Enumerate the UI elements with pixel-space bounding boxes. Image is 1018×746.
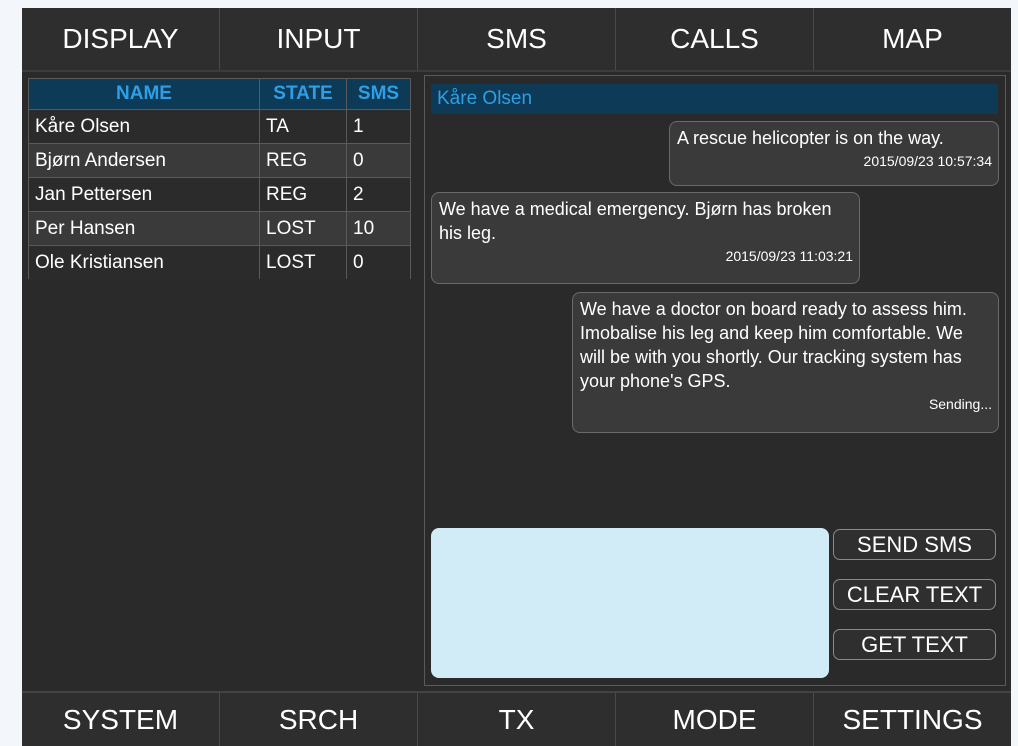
tab-display[interactable]: DISPLAY: [22, 8, 219, 70]
table-row[interactable]: Jan Pettersen REG 2: [29, 177, 410, 211]
message-text: A rescue helicopter is on the way.: [677, 128, 944, 148]
table-row[interactable]: Per Hansen LOST 10: [29, 211, 410, 245]
message-timestamp: 2015/09/23 10:57:34: [863, 153, 992, 169]
contact-name: Jan Pettersen: [29, 178, 260, 211]
contacts-table: NAME STATE SMS Kåre Olsen TA 1 Bjørn And…: [28, 78, 411, 279]
table-row[interactable]: Bjørn Andersen REG 0: [29, 143, 410, 177]
message-outgoing: A rescue helicopter is on the way. 2015/…: [669, 121, 999, 186]
column-header-sms[interactable]: SMS: [347, 79, 410, 109]
tab-srch[interactable]: SRCH: [219, 693, 417, 746]
message-timestamp: 2015/09/23 11:03:21: [725, 248, 853, 264]
tab-calls[interactable]: CALLS: [615, 8, 813, 70]
tab-system[interactable]: SYSTEM: [22, 693, 219, 746]
contact-sms-count: 0: [353, 149, 364, 171]
contact-sms-count: 1: [353, 115, 364, 137]
contact-sms-count: 0: [353, 251, 364, 273]
message-text: We have a doctor on board ready to asses…: [580, 299, 967, 391]
app-window: DISPLAY INPUT SMS CALLS MAP NAME STATE S…: [22, 8, 1011, 746]
contact-state: LOST: [260, 246, 347, 279]
contact-state: REG: [260, 144, 347, 177]
contact-sms-count: 10: [353, 217, 375, 239]
table-row[interactable]: Kåre Olsen TA 1: [29, 109, 410, 143]
contact-state: REG: [260, 178, 347, 211]
table-row[interactable]: Ole Kristiansen LOST 0: [29, 245, 410, 279]
column-header-state[interactable]: STATE: [260, 79, 347, 109]
contact-name: Per Hansen: [29, 212, 260, 245]
tab-mode[interactable]: MODE: [615, 693, 813, 746]
contact-state: TA: [260, 110, 347, 143]
conversation-panel: Kåre Olsen A rescue helicopter is on the…: [424, 75, 1006, 686]
get-text-button[interactable]: GET TEXT: [833, 629, 996, 660]
sms-compose-input[interactable]: [431, 528, 829, 678]
tab-tx[interactable]: TX: [417, 693, 615, 746]
tab-map[interactable]: MAP: [813, 8, 1011, 70]
top-nav: DISPLAY INPUT SMS CALLS MAP: [22, 8, 1011, 72]
table-header: NAME STATE SMS: [29, 79, 410, 109]
contact-sms-count: 2: [353, 183, 364, 205]
message-text: We have a medical emergency. Bjørn has b…: [439, 199, 832, 243]
clear-text-button[interactable]: CLEAR TEXT: [833, 579, 996, 610]
column-header-name[interactable]: NAME: [29, 79, 260, 109]
bottom-nav: SYSTEM SRCH TX MODE SETTINGS: [22, 691, 1011, 746]
contact-name: Kåre Olsen: [29, 110, 260, 143]
contact-name: Bjørn Andersen: [29, 144, 260, 177]
tab-sms[interactable]: SMS: [417, 8, 615, 70]
tab-settings[interactable]: SETTINGS: [813, 693, 1011, 746]
contact-name: Ole Kristiansen: [29, 246, 260, 279]
message-status: Sending...: [928, 396, 992, 412]
send-sms-button[interactable]: SEND SMS: [833, 529, 996, 560]
conversation-contact-name: Kåre Olsen: [431, 84, 998, 114]
message-outgoing: We have a doctor on board ready to asses…: [572, 292, 999, 433]
message-incoming: We have a medical emergency. Bjørn has b…: [431, 192, 860, 284]
contact-state: LOST: [260, 212, 347, 245]
tab-input[interactable]: INPUT: [219, 8, 417, 70]
